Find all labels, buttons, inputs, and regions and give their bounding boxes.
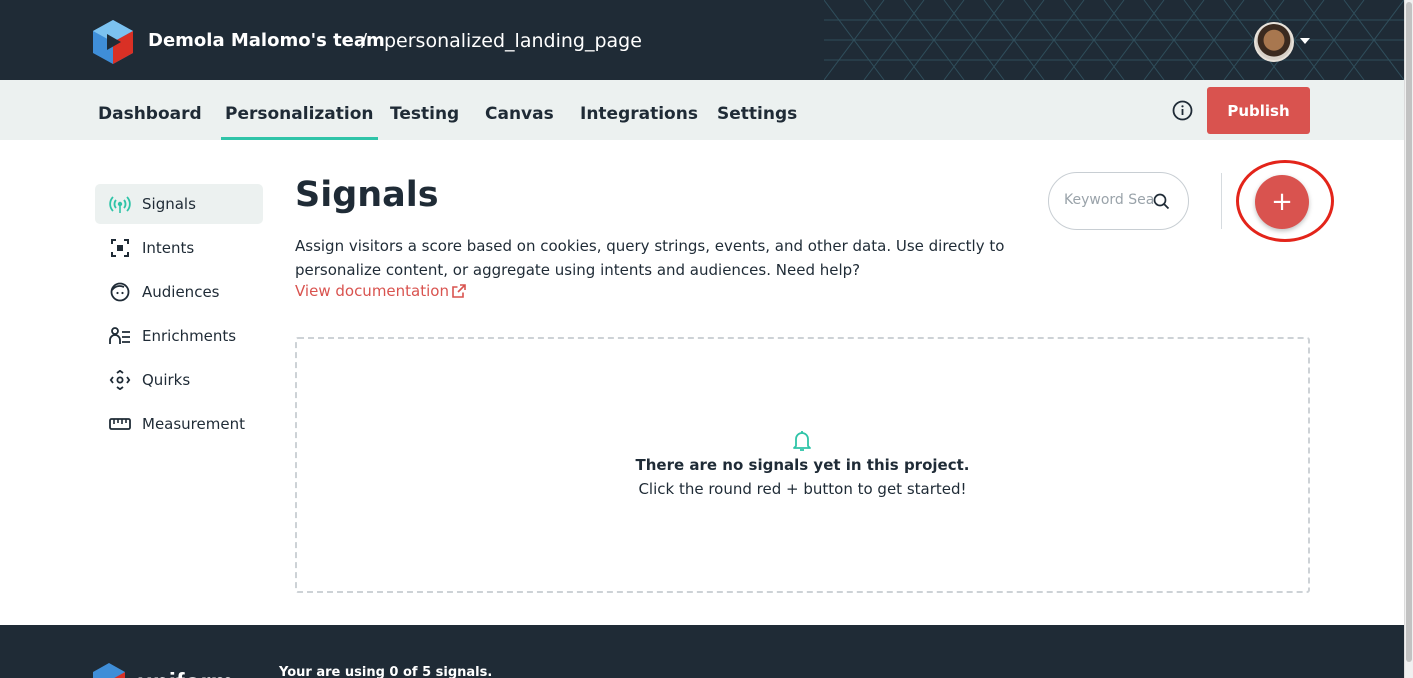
sidebar-item-enrichments[interactable]: Enrichments (95, 316, 263, 356)
breadcrumb-separator: / (361, 30, 368, 51)
sidebar-item-label: Intents (142, 239, 195, 257)
main-nav (0, 80, 1404, 140)
empty-state-title: There are no signals yet in this project… (0, 456, 1413, 474)
tab-canvas[interactable]: Canvas (485, 104, 554, 124)
bell-icon (793, 431, 811, 451)
chevron-down-icon[interactable] (1300, 38, 1310, 44)
tab-personalization[interactable]: Personalization (221, 104, 378, 140)
footer: uniform Your are using 0 of 5 signals. (0, 625, 1404, 678)
sidebar-item-audiences[interactable]: Audiences (95, 272, 263, 312)
empty-subtitle-text: Click the round red + button to get star… (638, 480, 967, 498)
tab-dashboard[interactable]: Dashboard (98, 104, 202, 124)
page-description: Assign visitors a score based on cookies… (295, 237, 1005, 279)
uniform-logo-icon[interactable] (93, 20, 133, 64)
sidebar-item-label: Quirks (142, 371, 191, 389)
external-link-icon (452, 284, 466, 298)
svg-text:uniform: uniform (137, 667, 234, 678)
sidebar-item-quirks[interactable]: Quirks (95, 360, 263, 400)
search-icon[interactable] (1153, 193, 1170, 210)
info-icon[interactable] (1172, 100, 1193, 121)
empty-state-subtitle: Click the round red + button to get star… (0, 480, 1413, 498)
decorative-grid-pattern (824, 0, 1404, 80)
sidebar-item-intents[interactable]: Intents (95, 228, 263, 268)
page-title: Signals (295, 175, 439, 215)
focus-target-icon (111, 239, 129, 257)
signals-usage: Your are using 0 of 5 signals. (279, 665, 493, 678)
face-icon (110, 282, 130, 302)
sidebar-item-label: Signals (142, 195, 196, 213)
ruler-icon (109, 418, 131, 430)
add-signal-button[interactable]: + (1255, 175, 1309, 229)
broadcast-icon (109, 196, 131, 213)
tab-testing[interactable]: Testing (390, 104, 459, 124)
tab-settings[interactable]: Settings (717, 104, 797, 124)
sidebar-item-measurement[interactable]: Measurement (95, 404, 263, 444)
sidebar-item-label: Enrichments (142, 327, 237, 345)
page-scrollbar[interactable] (1404, 0, 1413, 678)
keyword-search[interactable] (1048, 172, 1189, 230)
sidebar-item-label: Measurement (142, 415, 245, 433)
user-list-icon (109, 327, 130, 344)
publish-button[interactable]: Publish (1207, 87, 1310, 134)
team-name[interactable]: Demola Malomo's team (148, 30, 385, 51)
search-input[interactable] (1064, 192, 1154, 208)
top-header: Demola Malomo's team / personalized_land… (0, 0, 1404, 80)
move-arrows-icon (109, 370, 131, 390)
scrollbar-thumb[interactable] (1406, 2, 1412, 662)
sidebar-item-label: Audiences (142, 283, 220, 301)
empty-title-text: There are no signals yet in this project… (635, 456, 970, 474)
tab-integrations[interactable]: Integrations (580, 104, 698, 124)
user-avatar[interactable] (1254, 22, 1294, 62)
doc-link-label: View documentation (295, 282, 449, 300)
toolbar-divider (1221, 173, 1222, 229)
view-documentation-link[interactable]: View documentation (295, 282, 466, 300)
sidebar-item-signals[interactable]: Signals (95, 184, 263, 224)
uniform-wordmark-logo: uniform (93, 663, 234, 678)
project-name[interactable]: personalized_landing_page (384, 30, 642, 52)
